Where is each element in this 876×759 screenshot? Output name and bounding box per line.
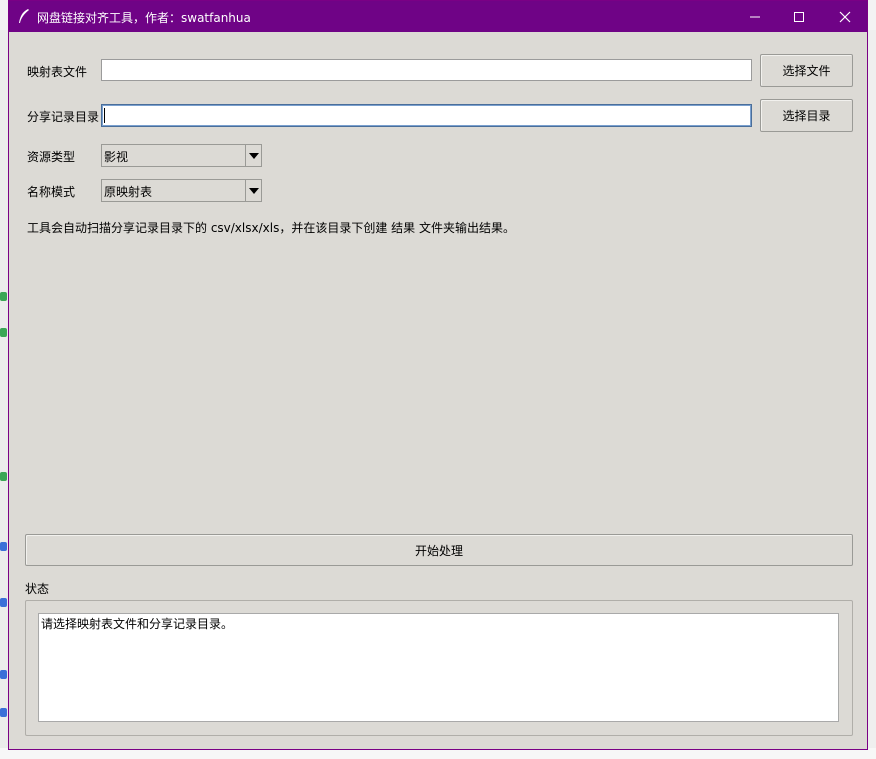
hint-text: 工具会自动扫描分享记录目录下的 csv/xlsx/xls，并在该目录下创建 结果… [27,221,515,235]
background-app-icon [0,598,7,607]
maximize-button[interactable] [777,1,821,32]
background-app-edge-right [868,30,876,759]
mapping-file-input-field[interactable] [102,60,751,80]
close-button[interactable] [823,1,867,32]
resource-type-select[interactable]: 影视 [101,144,262,167]
minimize-button[interactable] [733,1,777,32]
status-label: 状态 [25,582,50,596]
choose-file-button-label: 选择文件 [782,64,831,78]
name-mode-dropdown-button[interactable] [245,180,261,201]
close-icon [839,11,851,22]
share-dir-label: 分享记录目录 [27,110,100,124]
background-app-icon [0,472,7,481]
share-dir-input-field[interactable] [102,105,751,126]
share-dir-input[interactable] [101,104,752,127]
resource-type-label: 资源类型 [27,150,76,164]
feather-icon [19,9,29,23]
window-title: 网盘链接对齐工具，作者：swatfanhua [37,11,251,25]
resource-type-value: 影视 [104,150,129,164]
choose-file-button[interactable]: 选择文件 [760,54,853,87]
choose-dir-button[interactable]: 选择目录 [760,99,853,132]
choose-dir-button-label: 选择目录 [782,109,831,123]
background-app-icon [0,708,7,717]
background-app-icon [0,542,7,551]
mapping-file-label: 映射表文件 [27,65,88,79]
text-caret [104,108,105,123]
background-app-icon [0,670,7,679]
minimize-icon [750,16,760,17]
name-mode-label: 名称模式 [27,185,76,199]
mapping-file-input[interactable] [101,59,752,81]
background-app-icon [0,292,7,301]
status-log[interactable]: 请选择映射表文件和分享记录目录。 [38,613,839,722]
chevron-down-icon [248,187,259,194]
chevron-down-icon [248,152,259,159]
name-mode-value: 原映射表 [104,185,153,199]
resource-type-dropdown-button[interactable] [245,145,261,166]
start-button-label: 开始处理 [414,543,463,558]
app-window: 网盘链接对齐工具，作者：swatfanhua 映射表文件 选择文件 分享记录目录… [8,0,868,750]
background-app-icon [0,328,7,337]
start-button[interactable]: 开始处理 [25,534,853,566]
maximize-icon [794,11,804,22]
title-bar[interactable]: 网盘链接对齐工具，作者：swatfanhua [9,1,867,32]
status-text: 请选择映射表文件和分享记录目录。 [41,617,234,631]
name-mode-select[interactable]: 原映射表 [101,179,262,202]
